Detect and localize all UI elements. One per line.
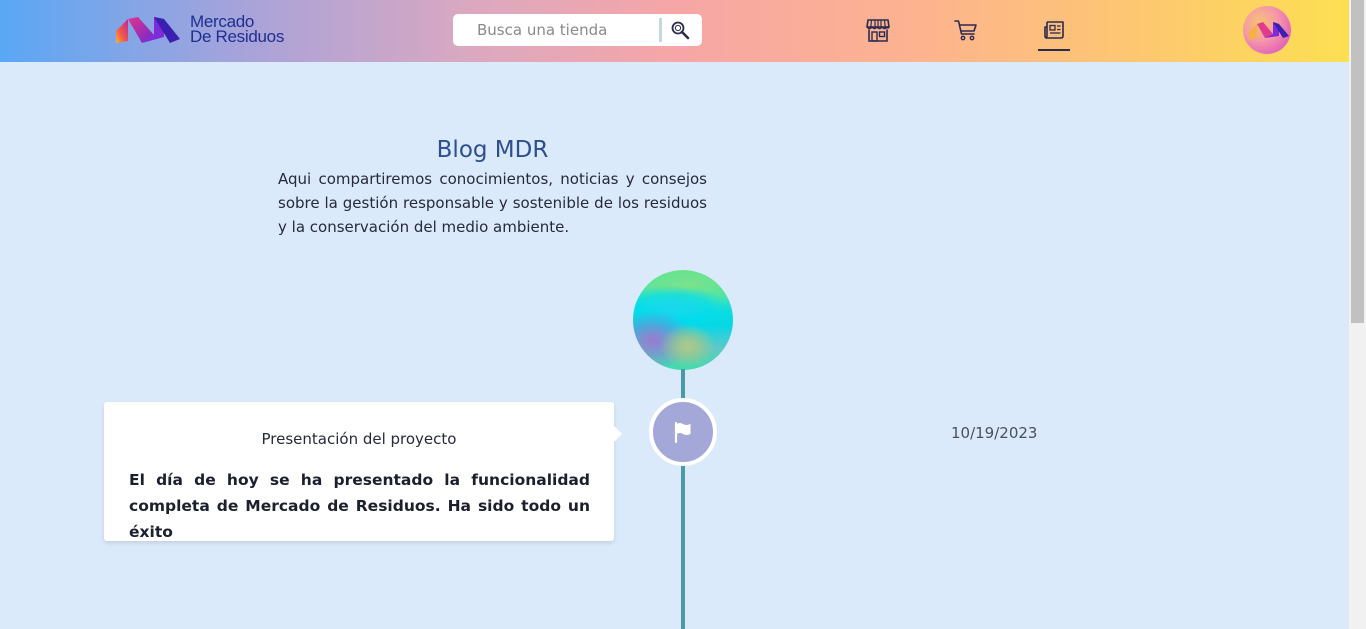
page-description: Aqui compartiremos conocimientos, notici… (278, 170, 707, 236)
nav-stores-button[interactable] (862, 14, 894, 46)
timeline-card-title: Presentación del proyecto (261, 430, 457, 448)
store-icon (866, 19, 890, 42)
search-bar (453, 14, 702, 46)
flag-icon (674, 421, 691, 443)
search-button[interactable] (665, 18, 695, 42)
timeline-node (649, 398, 717, 466)
timeline-date: 10/19/2023 (951, 424, 1038, 442)
newspaper-icon (1044, 21, 1064, 39)
top-navbar: Mercado De Residuos (0, 0, 1349, 62)
logo-text: Mercado De Residuos (190, 13, 285, 46)
nav-blog-button[interactable] (1038, 14, 1070, 46)
search-icon (671, 21, 690, 40)
logo-mark-icon (116, 17, 180, 43)
site-logo[interactable]: Mercado De Residuos (114, 13, 289, 49)
nav-cart-button[interactable] (950, 14, 982, 46)
timeline-card-body: El día de hoy se ha presentado la funcio… (129, 471, 590, 541)
timeline-card: Presentación del proyecto El día de hoy … (104, 402, 622, 541)
search-divider (659, 18, 662, 42)
cart-icon (954, 20, 977, 41)
timeline-hero-image (633, 270, 733, 370)
search-input[interactable] (453, 14, 659, 46)
logo-avatar-icon (1249, 22, 1289, 40)
logo-line2: De Residuos (190, 27, 285, 46)
page-title: Blog MDR (436, 137, 549, 163)
user-avatar[interactable] (1243, 6, 1291, 54)
active-nav-indicator (1038, 49, 1070, 51)
scrollbar-thumb[interactable] (1351, 0, 1364, 323)
